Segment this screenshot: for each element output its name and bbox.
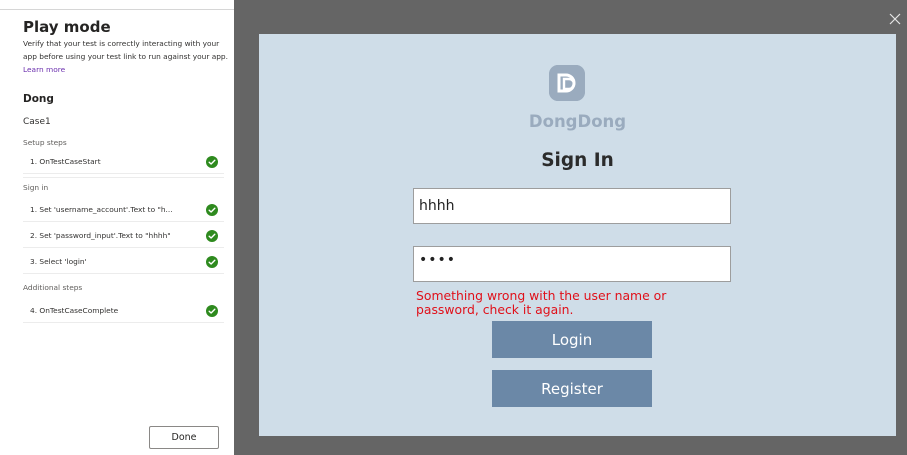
app-preview-stage: DongDong Sign In •••• Something wrong wi…	[234, 0, 907, 455]
panel-divider	[0, 9, 234, 10]
step-row[interactable]: 1. OnTestCaseStart	[23, 150, 224, 174]
app-name: Dong	[23, 93, 54, 105]
login-button[interactable]: Login	[492, 321, 652, 358]
username-input[interactable]	[413, 188, 731, 224]
panel-description-text: Verify that your test is correctly inter…	[23, 39, 228, 61]
step-label: 3. Select 'login'	[30, 257, 87, 266]
learn-more-link[interactable]: Learn more	[23, 65, 65, 74]
error-message: Something wrong with the user name or pa…	[416, 288, 667, 317]
step-label: 1. OnTestCaseStart	[30, 157, 101, 166]
play-mode-panel: Play mode Verify that your test is corre…	[0, 0, 234, 455]
dongdong-logo-icon	[549, 65, 585, 101]
section-label-sign-in: Sign in	[23, 183, 49, 192]
section-divider	[23, 177, 224, 178]
check-circle-icon	[206, 156, 218, 168]
check-circle-icon	[206, 305, 218, 317]
step-label: 1. Set 'username_account'.Text to "h...	[30, 205, 173, 214]
test-case-name: Case1	[23, 117, 51, 127]
sign-in-title: Sign In	[541, 150, 614, 171]
step-row[interactable]: 1. Set 'username_account'.Text to "h...	[23, 198, 224, 222]
check-circle-icon	[206, 204, 218, 216]
password-input[interactable]	[413, 246, 731, 282]
app-canvas: DongDong Sign In •••• Something wrong wi…	[259, 34, 896, 436]
panel-description: Verify that your test is correctly inter…	[23, 37, 228, 76]
check-circle-icon	[206, 256, 218, 268]
done-button[interactable]: Done	[149, 426, 219, 449]
step-row[interactable]: 4. OnTestCaseComplete	[23, 299, 224, 323]
register-button[interactable]: Register	[492, 370, 652, 407]
step-label: 4. OnTestCaseComplete	[30, 306, 119, 315]
step-row[interactable]: 2. Set 'password_input'.Text to "hhhh"	[23, 224, 224, 248]
step-row[interactable]: 3. Select 'login'	[23, 250, 224, 274]
section-label-additional-steps: Additional steps	[23, 283, 83, 292]
section-label-setup-steps: Setup steps	[23, 138, 67, 147]
panel-title: Play mode	[23, 18, 111, 36]
check-circle-icon	[206, 230, 218, 242]
step-label: 2. Set 'password_input'.Text to "hhhh"	[30, 231, 171, 240]
close-icon[interactable]	[889, 13, 901, 25]
brand-name: DongDong	[528, 112, 627, 131]
